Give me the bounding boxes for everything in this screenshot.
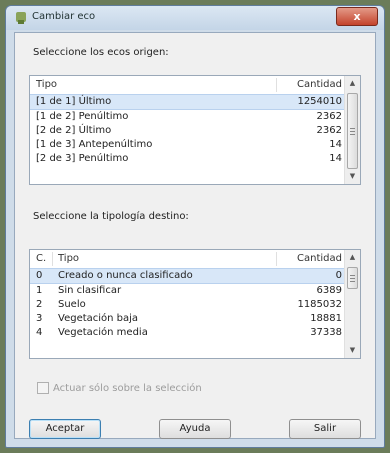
class-count-cell: 18881	[310, 313, 342, 324]
only-selection-checkbox[interactable]	[37, 382, 49, 394]
echo-count-cell: 1254010	[297, 96, 342, 107]
accept-button[interactable]: Aceptar	[29, 419, 101, 439]
scroll-thumb[interactable]	[347, 267, 358, 289]
scroll-thumb[interactable]	[347, 93, 358, 169]
window-title: Cambiar eco	[32, 11, 96, 22]
echo-count-cell: 2362	[316, 125, 342, 136]
class-type-cell: Vegetación media	[58, 327, 148, 338]
class-code-cell: 3	[36, 313, 43, 324]
class-count-cell: 37338	[310, 327, 342, 338]
help-button[interactable]: Ayuda	[159, 419, 231, 439]
column-header-type[interactable]: Tipo	[58, 253, 79, 264]
chevron-up-icon[interactable]: ▲	[346, 250, 359, 265]
only-selection-option[interactable]: Actuar sólo sobre la selección	[37, 382, 202, 394]
target-list-header: C. Tipo Cantidad	[30, 250, 344, 269]
origin-scrollbar[interactable]: ▲ ▼	[344, 76, 360, 184]
origin-rows: [1 de 1] Último 1254010 [1 de 2] Penúltimo…	[30, 94, 344, 166]
target-rows: 0 Creado o nunca clasificado 0 1 Sin clasifi…	[30, 268, 344, 340]
chevron-down-icon[interactable]: ▼	[346, 169, 359, 184]
echo-type-cell: [1 de 2] Penúltimo	[36, 111, 129, 122]
list-item[interactable]: [1 de 1] Último 1254010	[30, 94, 344, 110]
echo-type-cell: [2 de 3] Penúltimo	[36, 153, 129, 164]
column-header-count[interactable]: Cantidad	[280, 253, 342, 264]
list-item[interactable]: [2 de 2] Último 2362	[30, 124, 344, 138]
only-selection-label: Actuar sólo sobre la selección	[53, 383, 202, 394]
change-echo-dialog: Cambiar eco x Seleccione los ecos origen…	[5, 5, 385, 448]
list-item[interactable]: 1 Sin clasificar 6389	[30, 284, 344, 298]
list-item[interactable]: [1 de 2] Penúltimo 2362	[30, 110, 344, 124]
chevron-down-icon[interactable]: ▼	[346, 343, 359, 358]
exit-button[interactable]: Salir	[289, 419, 361, 439]
echo-type-cell: [1 de 3] Antepenúltimo	[36, 139, 153, 150]
class-code-cell: 1	[36, 285, 43, 296]
class-type-cell: Creado o nunca clasificado	[58, 270, 193, 281]
echo-count-cell: 2362	[316, 111, 342, 122]
class-code-cell: 0	[36, 270, 43, 281]
echo-type-cell: [2 de 2] Último	[36, 125, 112, 136]
origin-echo-list[interactable]: Tipo Cantidad [1 de 1] Último 1254010 [1 d…	[29, 75, 361, 185]
column-header-count[interactable]: Cantidad	[280, 79, 342, 90]
origin-list-header: Tipo Cantidad	[30, 76, 344, 95]
echo-count-cell: 14	[329, 139, 342, 150]
list-item[interactable]: 3 Vegetación baja 18881	[30, 312, 344, 326]
origin-label: Seleccione los ecos origen:	[33, 47, 169, 58]
echo-count-cell: 14	[329, 153, 342, 164]
close-button[interactable]: x	[336, 7, 378, 26]
app-icon	[16, 12, 26, 24]
list-item[interactable]: [1 de 3] Antepenúltimo 14	[30, 138, 344, 152]
column-header-code[interactable]: C.	[36, 253, 46, 264]
dialog-body: Seleccione los ecos origen: Tipo Cantida…	[14, 32, 376, 439]
class-type-cell: Vegetación baja	[58, 313, 139, 324]
chevron-up-icon[interactable]: ▲	[346, 76, 359, 91]
target-scrollbar[interactable]: ▲ ▼	[344, 250, 360, 358]
class-code-cell: 4	[36, 327, 43, 338]
class-count-cell: 1185032	[297, 299, 342, 310]
class-code-cell: 2	[36, 299, 43, 310]
list-item[interactable]: 0 Creado o nunca clasificado 0	[30, 268, 344, 284]
class-type-cell: Suelo	[58, 299, 86, 310]
list-item[interactable]: 2 Suelo 1185032	[30, 298, 344, 312]
class-type-cell: Sin clasificar	[58, 285, 122, 296]
class-count-cell: 0	[335, 270, 342, 281]
target-label: Seleccione la tipología destino:	[33, 211, 189, 222]
list-item[interactable]: [2 de 3] Penúltimo 14	[30, 152, 344, 166]
column-header-type[interactable]: Tipo	[36, 79, 57, 90]
list-item[interactable]: 4 Vegetación media 37338	[30, 326, 344, 340]
target-type-list[interactable]: C. Tipo Cantidad 0 Creado o nunca clasifi…	[29, 249, 361, 359]
class-count-cell: 6389	[316, 285, 342, 296]
echo-type-cell: [1 de 1] Último	[36, 96, 112, 107]
title-bar[interactable]: Cambiar eco x	[6, 6, 384, 30]
